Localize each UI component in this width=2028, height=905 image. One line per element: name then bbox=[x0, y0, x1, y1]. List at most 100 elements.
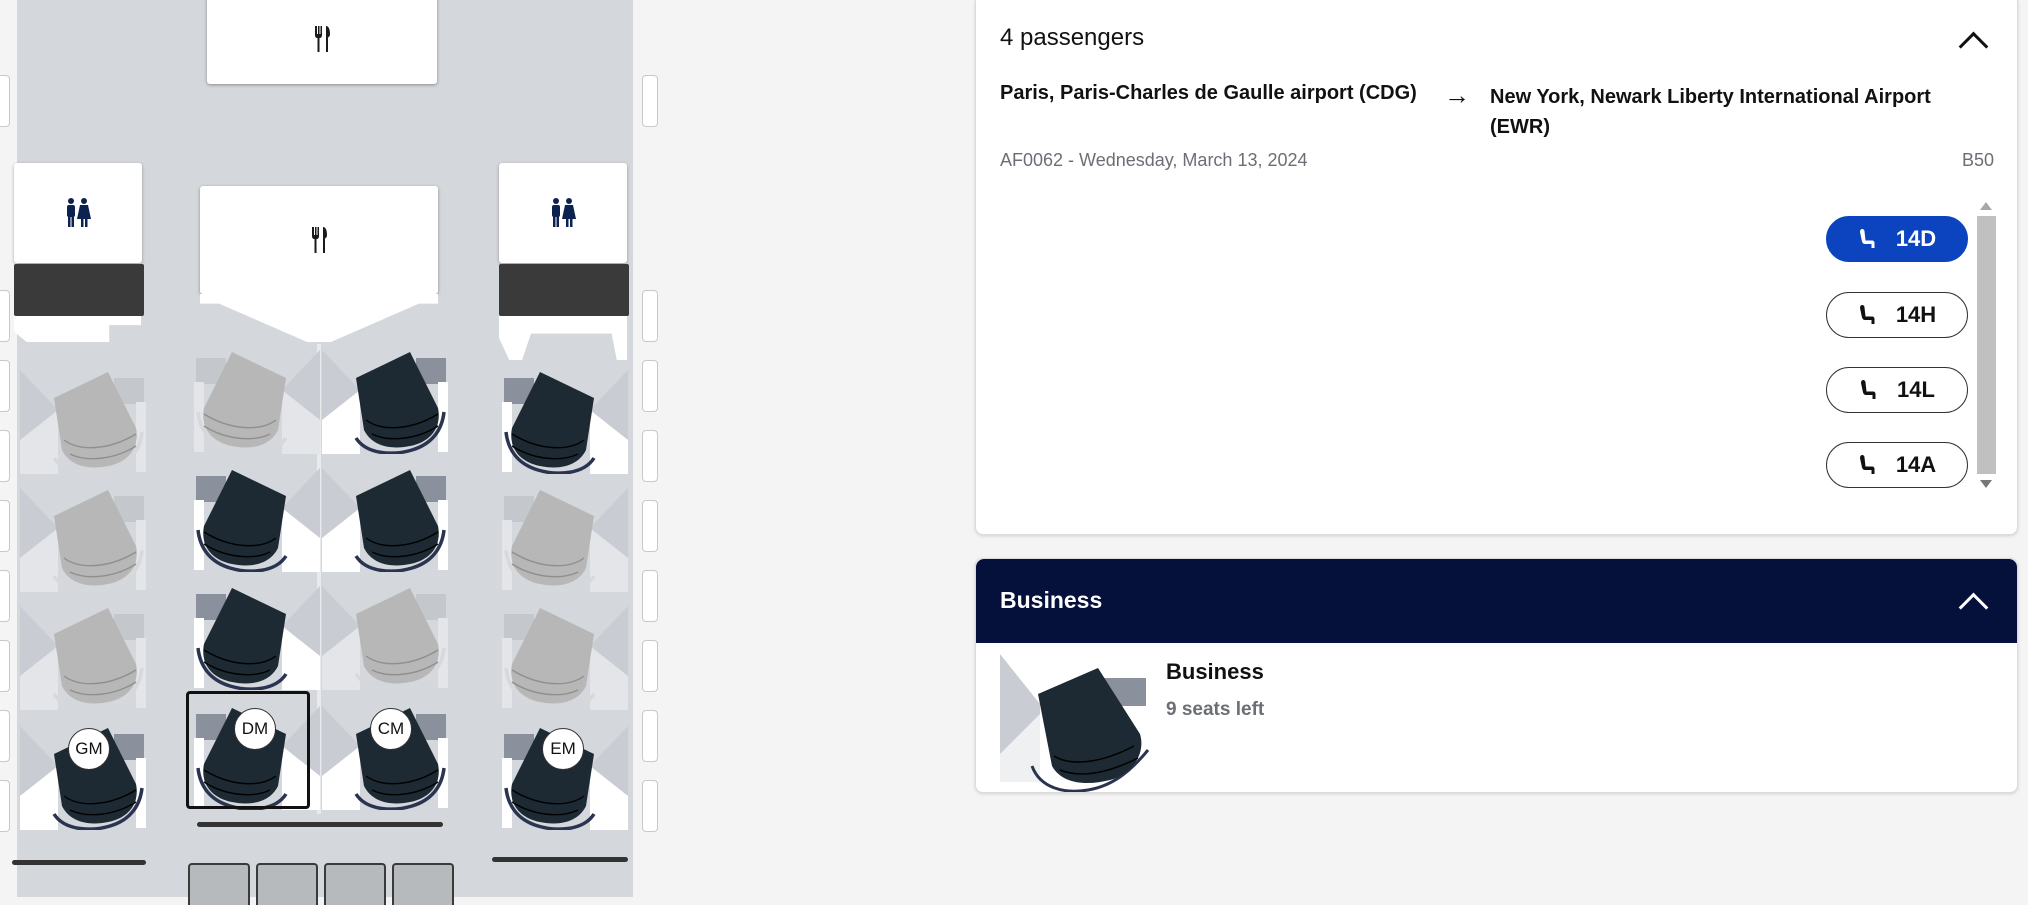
storage-box bbox=[324, 863, 386, 905]
cabin-name: Business bbox=[1166, 659, 1264, 684]
row-end-bar bbox=[12, 860, 146, 865]
seat-available[interactable] bbox=[320, 460, 450, 572]
row-end-bar bbox=[197, 822, 443, 827]
seat-chip-label: 14H bbox=[1895, 302, 1937, 327]
seat-icon bbox=[502, 488, 628, 592]
seat-available[interactable] bbox=[192, 578, 322, 690]
row-end-bar bbox=[492, 857, 628, 862]
window-marker bbox=[642, 290, 658, 342]
seat-icon bbox=[194, 468, 320, 572]
cabin-card: Business Business 9 seats left bbox=[975, 558, 2018, 793]
storage-box bbox=[188, 863, 250, 905]
cabin-header-title: Business bbox=[1000, 587, 1103, 613]
seat-unavailable bbox=[18, 362, 148, 474]
passenger-initials-badge: CM bbox=[370, 708, 412, 750]
seat-icon bbox=[20, 606, 146, 710]
window-marker bbox=[642, 710, 658, 762]
seat-icon bbox=[1859, 455, 1875, 474]
restroom-icon bbox=[67, 198, 91, 227]
seat-chip-14l[interactable]: 14L bbox=[1826, 367, 1968, 413]
seat-chip-14h[interactable]: 14H bbox=[1826, 292, 1968, 338]
window-marker bbox=[0, 290, 10, 342]
seat-available[interactable] bbox=[320, 342, 450, 454]
seat-icon bbox=[322, 468, 448, 572]
seat-available[interactable] bbox=[192, 460, 322, 572]
window-marker bbox=[642, 570, 658, 622]
seat-icon bbox=[502, 606, 628, 710]
seat-icon bbox=[20, 370, 146, 474]
seat-unavailable bbox=[500, 598, 630, 710]
passenger-card: 4 passengers Paris, Paris-Charles de Gau… bbox=[975, 0, 2018, 535]
seat-icon bbox=[502, 370, 628, 474]
window-marker bbox=[642, 640, 658, 692]
scroll-down-arrow[interactable] bbox=[1980, 480, 1992, 488]
storage-box bbox=[392, 863, 454, 905]
window-marker bbox=[0, 430, 10, 482]
seat-chip-14d[interactable]: 14D bbox=[1826, 216, 1968, 262]
fork-knife-icon bbox=[312, 227, 327, 253]
seat-icon bbox=[1861, 380, 1876, 399]
seat-icon bbox=[322, 350, 448, 454]
window-marker bbox=[642, 360, 658, 412]
window-marker bbox=[0, 500, 10, 552]
seat-available[interactable]: DM bbox=[186, 691, 322, 810]
passenger-initials-badge: DM bbox=[234, 708, 276, 750]
scrollbar-thumb[interactable] bbox=[1977, 216, 1996, 474]
seat-chip-label: 14L bbox=[1897, 377, 1935, 402]
seat-unavailable bbox=[192, 342, 322, 454]
passenger-count-title: 4 passengers bbox=[1000, 24, 1145, 51]
seat-list-scrollbar[interactable] bbox=[1974, 196, 1998, 496]
window-marker bbox=[0, 75, 10, 127]
flight-info: AF0062 - Wednesday, March 13, 2024 bbox=[1000, 150, 1308, 170]
window-marker bbox=[0, 360, 10, 412]
seat-map: GM DM CM EM bbox=[0, 0, 660, 905]
seat-icon bbox=[1859, 229, 1875, 248]
seat-available[interactable]: CM bbox=[320, 698, 450, 810]
seat-available[interactable]: EM bbox=[500, 718, 630, 830]
restroom-icon bbox=[552, 198, 576, 227]
seat-unavailable bbox=[18, 598, 148, 710]
lavatory-right bbox=[499, 163, 627, 263]
galley-top bbox=[207, 0, 437, 84]
aircraft-type: B50 bbox=[1961, 150, 1994, 170]
seat-icon bbox=[194, 706, 320, 810]
window-marker bbox=[0, 780, 10, 832]
cabin-header[interactable]: Business bbox=[976, 559, 2017, 643]
seat-unavailable bbox=[18, 480, 148, 592]
seat-unavailable bbox=[500, 480, 630, 592]
seat-available[interactable] bbox=[500, 362, 630, 474]
fork-knife-icon bbox=[315, 26, 330, 52]
passenger-initials-badge: GM bbox=[68, 728, 110, 770]
seat-icon bbox=[194, 586, 320, 690]
window-marker bbox=[0, 710, 10, 762]
seat-icon bbox=[194, 350, 320, 454]
seat-chip-label: 14D bbox=[1895, 226, 1937, 251]
storage-box bbox=[256, 863, 318, 905]
seat-unavailable bbox=[320, 578, 450, 690]
chevron-up-icon[interactable] bbox=[1958, 592, 1989, 623]
window-marker bbox=[0, 570, 10, 622]
seat-icon bbox=[322, 586, 448, 690]
seats-left-count: 9 seats left bbox=[1166, 699, 1265, 720]
window-marker bbox=[642, 780, 658, 832]
passenger-initials-badge: EM bbox=[542, 728, 584, 770]
business-seat-illustration bbox=[1000, 654, 1150, 792]
arrow-right-icon: → bbox=[1444, 80, 1470, 110]
galley-center bbox=[200, 186, 438, 294]
lavatory-left bbox=[14, 163, 142, 263]
route-destination: New York, Newark Liberty International A… bbox=[1490, 86, 1931, 138]
window-marker bbox=[0, 640, 10, 692]
seat-icon bbox=[1859, 305, 1875, 324]
route-origin: Paris, Paris-Charles de Gaulle airport (… bbox=[1000, 82, 1417, 104]
window-marker bbox=[642, 500, 658, 552]
seat-available[interactable]: GM bbox=[18, 718, 148, 830]
seat-chip-14a[interactable]: 14A bbox=[1826, 442, 1968, 488]
scroll-up-arrow[interactable] bbox=[1980, 202, 1992, 210]
chevron-up-icon[interactable] bbox=[1958, 31, 1989, 62]
window-marker bbox=[642, 430, 658, 482]
lavatory-counter bbox=[499, 264, 629, 316]
lavatory-counter bbox=[14, 264, 144, 316]
window-marker bbox=[642, 75, 658, 127]
seat-icon bbox=[20, 488, 146, 592]
seat-chip-label: 14A bbox=[1895, 452, 1937, 477]
